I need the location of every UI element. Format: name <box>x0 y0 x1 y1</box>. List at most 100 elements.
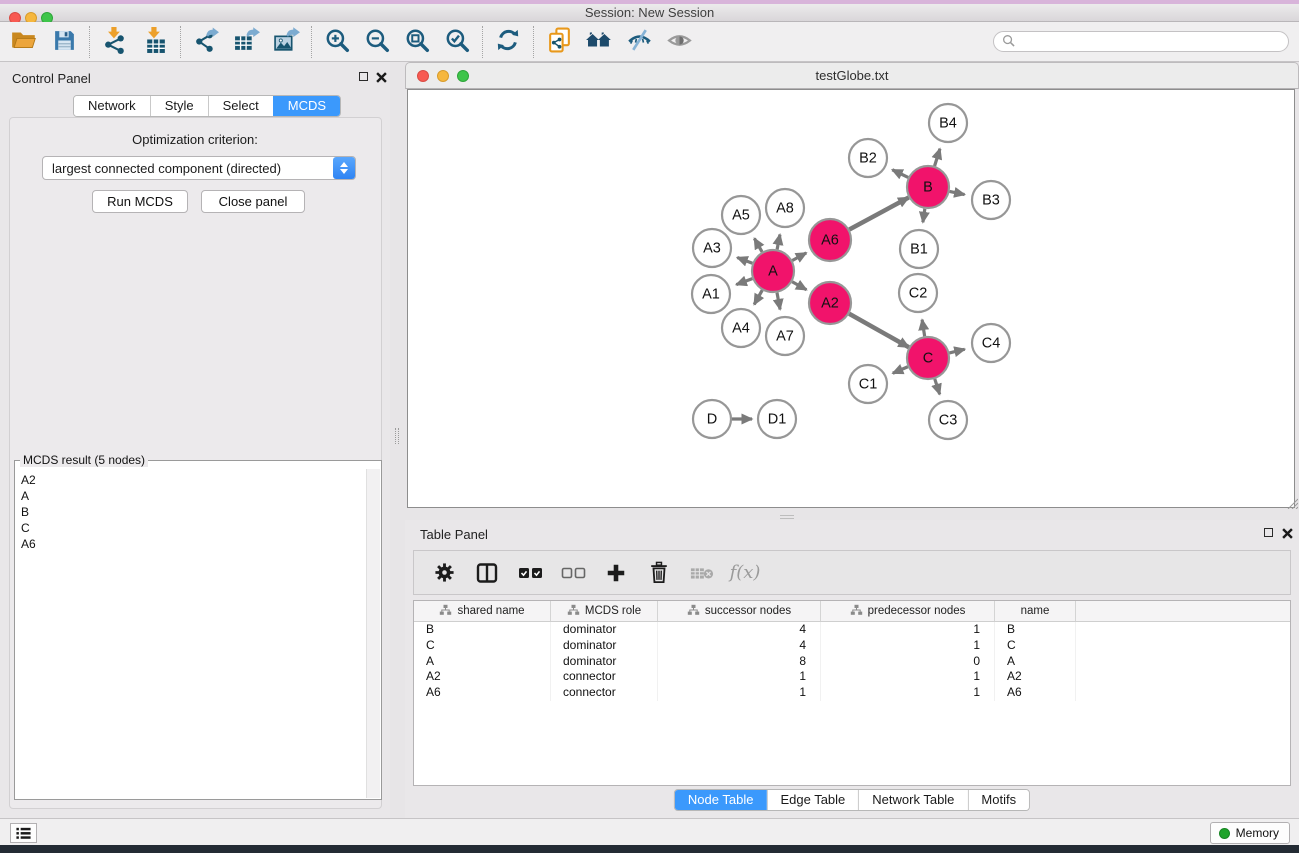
table-cell[interactable]: connector <box>551 669 658 685</box>
flatten-tree-icon[interactable] <box>850 604 863 619</box>
mcds-result-item[interactable]: A <box>21 488 365 504</box>
show-all-button[interactable] <box>659 24 699 60</box>
mcds-result-item[interactable]: B <box>21 504 365 520</box>
table-cell[interactable]: A <box>414 654 551 670</box>
table-row[interactable]: Bdominator41B <box>414 622 1290 638</box>
mcds-result-scrollbar[interactable] <box>366 469 380 798</box>
graph-edge-A-A7[interactable] <box>777 293 780 310</box>
table-row[interactable]: A2connector11A2 <box>414 669 1290 685</box>
column-header-predecessor-nodes[interactable]: predecessor nodes <box>821 601 995 621</box>
export-table-button[interactable] <box>226 24 266 60</box>
table-row[interactable]: Cdominator41C <box>414 638 1290 654</box>
table-cell[interactable]: A <box>995 654 1076 670</box>
graph-edge-B-B1[interactable] <box>923 209 925 223</box>
table-row[interactable]: Adominator80A <box>414 654 1290 670</box>
network-window-titlebar[interactable]: testGlobe.txt <box>405 62 1299 89</box>
open-session-button[interactable] <box>4 24 44 60</box>
table-cell[interactable]: 1 <box>821 669 995 685</box>
mcds-result-item[interactable]: C <box>21 520 365 536</box>
zoom-network-button[interactable] <box>457 70 469 82</box>
column-header-name[interactable]: name <box>995 601 1076 621</box>
tab-network[interactable]: Network <box>74 96 150 116</box>
table-cell[interactable]: B <box>995 622 1076 638</box>
refresh-button[interactable] <box>488 24 528 60</box>
graph-edge-A-A6[interactable] <box>792 253 806 261</box>
import-table-button[interactable] <box>135 24 175 60</box>
select-all-checkboxes-icon[interactable] <box>517 560 543 586</box>
table-cell[interactable]: A2 <box>414 669 551 685</box>
window-resize-handle[interactable] <box>1285 496 1298 512</box>
horizontal-divider-grip[interactable] <box>780 515 794 519</box>
table-cell[interactable]: A2 <box>995 669 1076 685</box>
graph-edge-A-A2[interactable] <box>792 282 806 290</box>
tab-edge-table[interactable]: Edge Table <box>766 790 858 810</box>
column-header-MCDS-role[interactable]: MCDS role <box>551 601 658 621</box>
table-cell[interactable]: 1 <box>821 685 995 701</box>
close-panel-icon[interactable] <box>376 71 387 82</box>
graph-edge-A2-C[interactable] <box>849 314 909 347</box>
graph-edge-C-C3[interactable] <box>935 379 940 394</box>
table-cell[interactable]: 1 <box>658 669 821 685</box>
graph-edge-B-B2[interactable] <box>892 170 908 178</box>
flatten-tree-icon[interactable] <box>687 604 700 619</box>
table-cell[interactable]: 0 <box>821 654 995 670</box>
table-cell[interactable]: dominator <box>551 622 658 638</box>
graph-edge-B-B4[interactable] <box>935 149 940 166</box>
export-image-button[interactable] <box>266 24 306 60</box>
flatten-tree-icon[interactable] <box>439 604 452 619</box>
deselect-all-checkboxes-icon[interactable] <box>560 560 586 586</box>
table-cell[interactable]: connector <box>551 685 658 701</box>
tab-style[interactable]: Style <box>150 96 208 116</box>
trash-icon[interactable] <box>646 560 672 586</box>
tab-mcds[interactable]: MCDS <box>273 96 340 116</box>
mcds-result-item[interactable]: A6 <box>21 536 365 552</box>
mcds-result-item[interactable]: A2 <box>21 472 365 488</box>
table-cell[interactable]: 4 <box>658 638 821 654</box>
graph-edge-B-B3[interactable] <box>950 191 965 194</box>
close-network-button[interactable] <box>417 70 429 82</box>
tab-node-table[interactable]: Node Table <box>675 790 767 810</box>
panel-divider-grip[interactable] <box>395 428 399 444</box>
graph-edge-A-A8[interactable] <box>777 235 780 250</box>
add-plus-icon[interactable] <box>603 560 629 586</box>
save-session-button[interactable] <box>44 24 84 60</box>
optimization-criterion-select[interactable]: largest connected component (directed) <box>42 156 356 180</box>
zoom-out-button[interactable] <box>357 24 397 60</box>
graph-edge-A6-B[interactable] <box>849 197 908 229</box>
split-panes-icon[interactable] <box>474 560 500 586</box>
table-cell[interactable]: 1 <box>821 638 995 654</box>
table-cell[interactable]: B <box>414 622 551 638</box>
zoom-in-button[interactable] <box>317 24 357 60</box>
tab-select[interactable]: Select <box>208 96 273 116</box>
graph-edge-A-A4[interactable] <box>754 290 762 304</box>
tab-network-table[interactable]: Network Table <box>858 790 967 810</box>
hide-selection-button[interactable] <box>619 24 659 60</box>
search-input[interactable] <box>1020 35 1280 49</box>
graph-edge-A-A3[interactable] <box>737 258 752 264</box>
table-cell[interactable]: dominator <box>551 654 658 670</box>
table-cell[interactable]: 4 <box>658 622 821 638</box>
column-header-shared-name[interactable]: shared name <box>414 601 551 621</box>
task-history-button[interactable] <box>10 823 37 843</box>
graph-edge-A-A5[interactable] <box>754 238 762 251</box>
home-button[interactable] <box>579 24 619 60</box>
close-panel-button[interactable]: Close panel <box>201 190 305 213</box>
network-canvas[interactable]: B4B2BB3A8A5A6A3B1AA1C2A2A4A7C4CC1C3DD1 <box>407 89 1295 508</box>
table-cell[interactable]: dominator <box>551 638 658 654</box>
table-cell[interactable]: 8 <box>658 654 821 670</box>
duplicate-network-button[interactable] <box>539 24 579 60</box>
table-cell[interactable]: C <box>995 638 1076 654</box>
table-cell[interactable]: C <box>414 638 551 654</box>
gear-icon[interactable] <box>431 560 457 586</box>
graph-edge-A-A1[interactable] <box>736 279 752 285</box>
flatten-tree-icon[interactable] <box>567 604 580 619</box>
graph-edge-C-C4[interactable] <box>949 349 964 353</box>
table-cell[interactable]: 1 <box>821 622 995 638</box>
zoom-selected-button[interactable] <box>437 24 477 60</box>
memory-button[interactable]: Memory <box>1210 822 1290 844</box>
float-table-panel-icon[interactable] <box>1264 528 1273 537</box>
column-header-successor-nodes[interactable]: successor nodes <box>658 601 821 621</box>
minimize-network-button[interactable] <box>437 70 449 82</box>
close-table-panel-icon[interactable] <box>1282 527 1293 538</box>
table-cell[interactable]: A6 <box>995 685 1076 701</box>
